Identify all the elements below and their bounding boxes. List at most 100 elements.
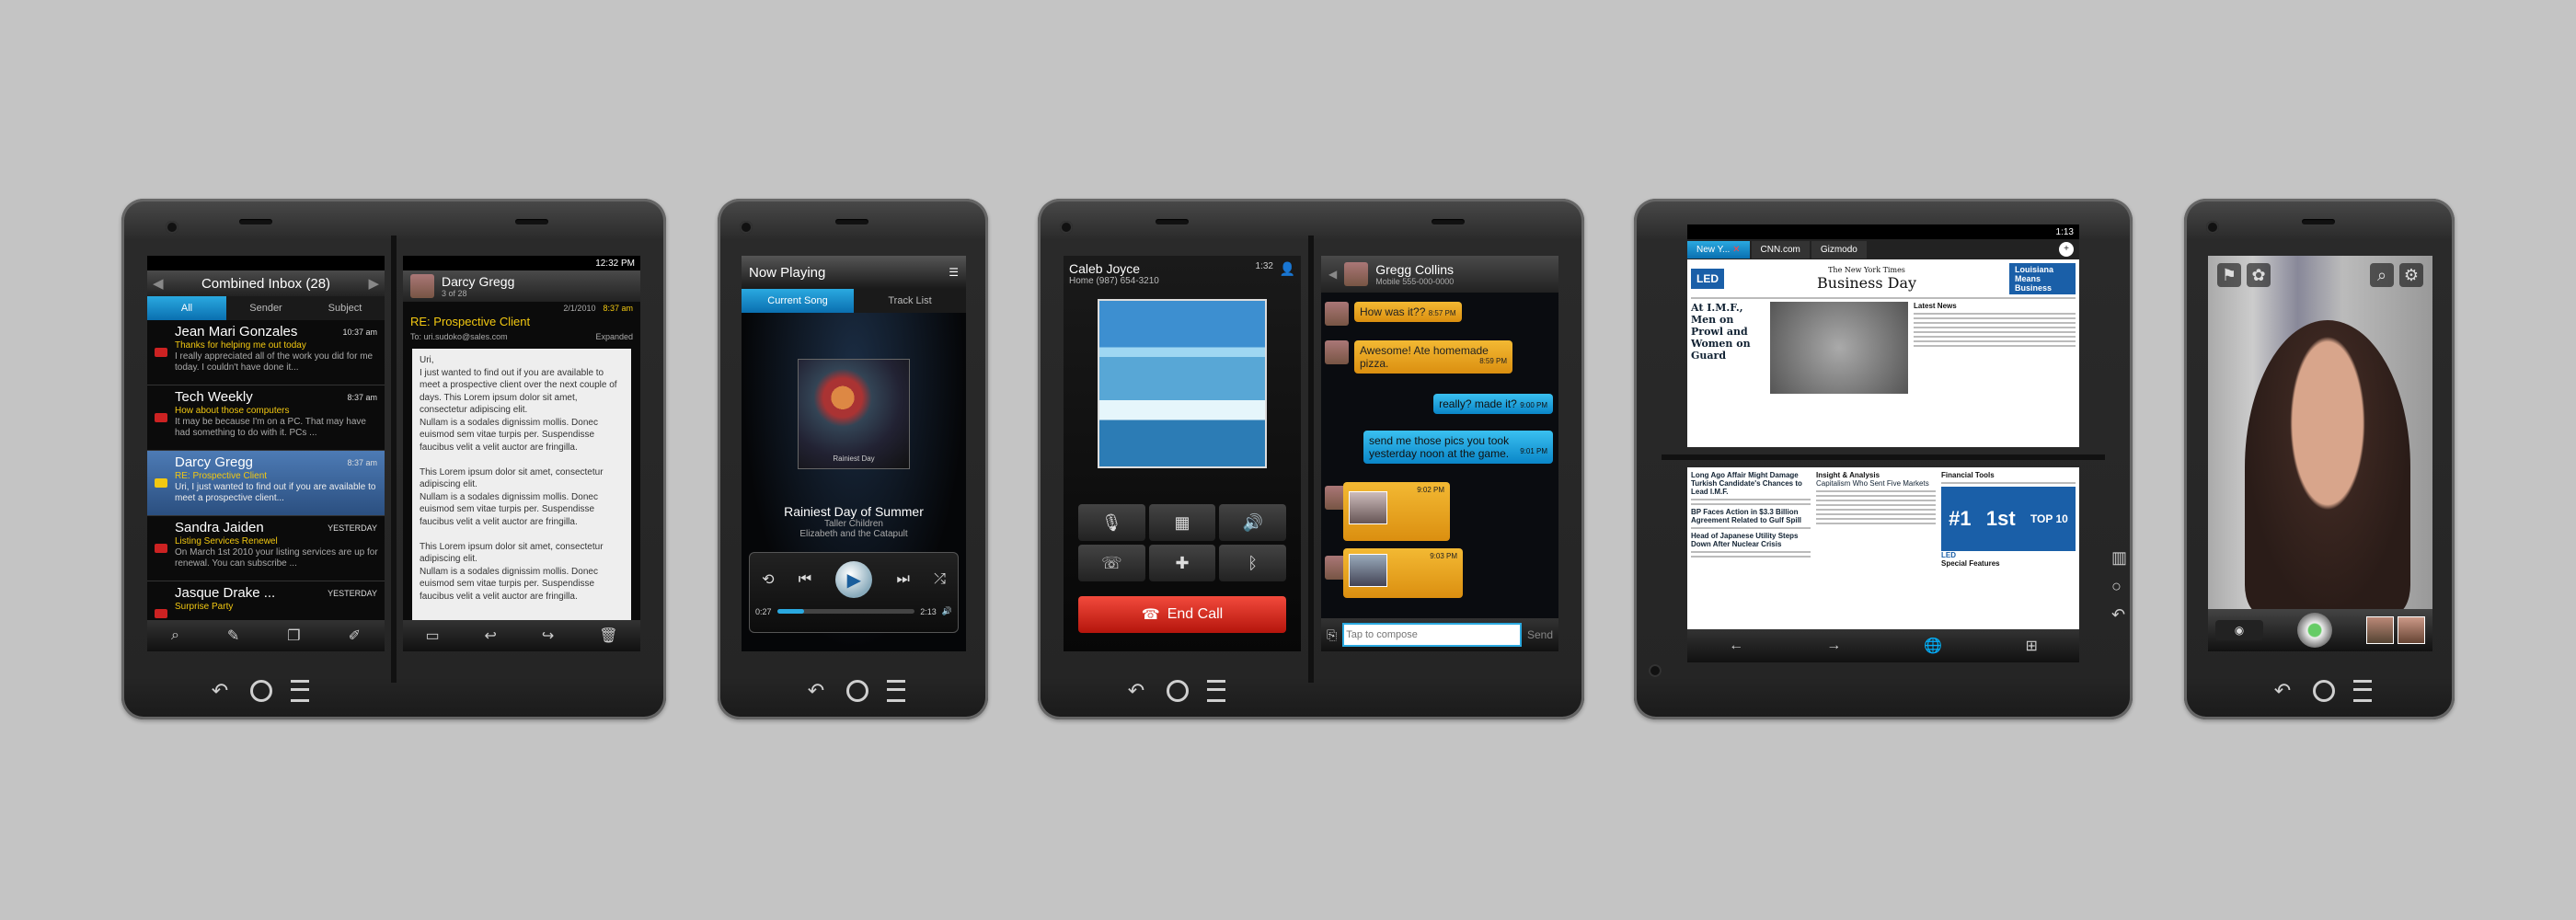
mail-subject: Listing Services Renewel (175, 536, 278, 546)
volume-icon[interactable]: 🔊 (942, 606, 952, 616)
tab-current-song[interactable]: Current Song (742, 289, 854, 313)
song-title: Rainiest Day of Summer (784, 504, 924, 519)
chat-photo-bubble[interactable]: 9:02 PM (1343, 482, 1450, 541)
mail-preview: I really appreciated all of the work you… (175, 351, 374, 373)
compose-input[interactable] (1342, 623, 1522, 647)
keypad-icon[interactable]: ▦ (1148, 504, 1216, 541)
headline-link[interactable]: Head of Japanese Utility Steps Down Afte… (1691, 532, 1811, 548)
ad-text: 1st (1985, 507, 2016, 530)
delete-icon[interactable]: 🗑 (599, 627, 617, 645)
mail-item[interactable]: Jasque Drake ... YESTERDAY Surprise Part… (147, 581, 385, 623)
tab-all[interactable]: All (147, 296, 226, 320)
home-icon[interactable] (250, 680, 272, 702)
tab-track-list[interactable]: Track List (854, 289, 966, 313)
forward-icon[interactable]: ↪ (542, 627, 554, 645)
progress-bar[interactable] (776, 609, 915, 614)
album-art: Rainiest Day (798, 359, 910, 469)
mail-item[interactable]: Tech Weekly 8:37 am How about those comp… (147, 385, 385, 451)
camera-mode-toggle[interactable]: ◉ (2215, 620, 2263, 640)
chat-bubble: How was it?? 8:57 PM (1354, 302, 1462, 322)
browser-tab[interactable]: Gizmodo (1811, 240, 1867, 259)
close-tab-icon[interactable]: ✕ (1732, 245, 1740, 255)
forward-arrow-icon[interactable]: ▶ (368, 275, 379, 292)
settings-icon[interactable]: ⚙ (2399, 263, 2423, 287)
shuffle-icon[interactable]: ⤮ (934, 571, 946, 588)
next-icon[interactable]: ⏭ (896, 571, 909, 588)
folder-icon[interactable]: ▭ (425, 627, 439, 645)
home-icon[interactable] (1167, 680, 1189, 702)
camera-viewfinder[interactable]: ⚑ ✿ ⌕ ⚙ ◉ (2208, 256, 2432, 651)
photo-thumbnail[interactable] (1349, 554, 1387, 587)
menu-icon[interactable] (887, 680, 905, 702)
web-page[interactable]: LED The New York Times Business Day Loui… (1687, 259, 2079, 447)
windows-icon[interactable]: ⊞ (2025, 637, 2037, 655)
message-toolbar: ▭ ↩ ↪ 🗑 (403, 620, 640, 651)
back-icon[interactable]: ↶ (804, 679, 828, 703)
back-icon[interactable]: ↶ (2111, 605, 2127, 625)
mute-icon[interactable]: 🎙 (1078, 504, 1145, 541)
zoom-icon[interactable]: ⌕ (2370, 263, 2394, 287)
gallery-thumbnail[interactable] (2366, 616, 2394, 644)
menu-icon[interactable] (1207, 680, 1225, 702)
attach-icon[interactable]: ⎘ (1327, 627, 1337, 643)
browser-bottom-screen: Long Ago Affair Might Damage Turkish Can… (1687, 467, 2079, 662)
message-expanded[interactable]: Expanded (595, 332, 633, 341)
browser-tab[interactable]: New Y... ✕ (1687, 240, 1750, 259)
browser-tab[interactable]: CNN.com (1751, 240, 1810, 259)
headline-link[interactable]: Capitalism Who Sent Five Markets (1816, 479, 1936, 488)
menu-icon[interactable] (2353, 680, 2372, 702)
scene-icon[interactable]: ⚑ (2217, 263, 2241, 287)
menu-icon[interactable]: ▥ (2111, 548, 2127, 568)
menu-icon[interactable] (291, 680, 309, 702)
playlist-icon[interactable]: ☰ (949, 266, 959, 279)
effects-icon[interactable]: ✿ (2247, 263, 2271, 287)
back-icon[interactable]: ↶ (1124, 679, 1148, 703)
mail-time: YESTERDAY (328, 523, 377, 533)
add-call-icon[interactable]: ✚ (1148, 545, 1216, 581)
gallery-thumbnail[interactable] (2398, 616, 2425, 644)
reply-icon[interactable]: ↩ (485, 627, 497, 645)
new-tab-icon[interactable]: + (2059, 242, 2074, 257)
forward-arrow-icon[interactable]: → (1826, 638, 1841, 654)
ad-banner[interactable]: #1 1st TOP 10 (1941, 487, 2076, 551)
add-contact-icon[interactable]: 👤 (1280, 261, 1295, 277)
back-arrow-icon[interactable]: ◀ (1328, 268, 1337, 281)
mail-item-selected[interactable]: Darcy Gregg 8:37 am RE: Prospective Clie… (147, 451, 385, 516)
web-page[interactable]: Long Ago Affair Might Damage Turkish Can… (1687, 467, 2079, 637)
article-image[interactable] (1770, 302, 1908, 394)
compose-icon[interactable]: ✎ (227, 627, 239, 645)
back-arrow-icon[interactable]: ← (1729, 638, 1743, 654)
edit-icon[interactable]: ✐ (349, 627, 361, 645)
send-button[interactable]: Send (1527, 628, 1553, 641)
hold-icon[interactable]: ☏ (1078, 545, 1145, 581)
headline-link[interactable]: At I.M.F., Men on Prowl and Women on Gua… (1691, 302, 1765, 394)
ad-banner[interactable]: Louisiana Means Business (2009, 263, 2076, 294)
speaker-icon[interactable]: 🔊 (1219, 504, 1286, 541)
tab-sender[interactable]: Sender (226, 296, 305, 320)
tab-subject[interactable]: Subject (305, 296, 385, 320)
ad-banner[interactable]: LED (1691, 269, 1724, 289)
headline-link[interactable]: Long Ago Affair Might Damage Turkish Can… (1691, 471, 1811, 496)
back-arrow-icon[interactable]: ◀ (153, 275, 164, 292)
bluetooth-icon[interactable]: ᛒ (1219, 545, 1286, 581)
globe-icon[interactable]: 🌐 (1924, 637, 1942, 655)
chat-screen: ◀ Gregg Collins Mobile 555-000-0000 How … (1321, 256, 1558, 651)
play-button[interactable]: ▶ (835, 561, 873, 598)
home-icon[interactable]: ○ (2111, 577, 2127, 596)
chat-photo-bubble[interactable]: 9:03 PM (1343, 548, 1463, 598)
shutter-button[interactable] (2297, 613, 2332, 648)
mail-item[interactable]: Sandra Jaiden YESTERDAY Listing Services… (147, 516, 385, 581)
photo-thumbnail[interactable] (1349, 491, 1387, 524)
contact-name: Gregg Collins (1375, 262, 1455, 277)
back-icon[interactable]: ↶ (208, 679, 232, 703)
repeat-icon[interactable]: ⟲ (762, 570, 774, 589)
home-icon[interactable] (846, 680, 868, 702)
mail-item[interactable]: Jean Mari Gonzales 10:37 am Thanks for h… (147, 320, 385, 385)
back-icon[interactable]: ↶ (2271, 679, 2294, 703)
previous-icon[interactable]: ⏮ (799, 571, 811, 588)
headline-link[interactable]: BP Faces Action in $3.3 Billion Agreemen… (1691, 508, 1811, 524)
end-call-button[interactable]: ☎ End Call (1078, 596, 1286, 633)
folders-icon[interactable]: ❐ (287, 627, 300, 645)
search-icon[interactable]: ⌕ (171, 627, 179, 644)
home-icon[interactable] (2313, 680, 2335, 702)
